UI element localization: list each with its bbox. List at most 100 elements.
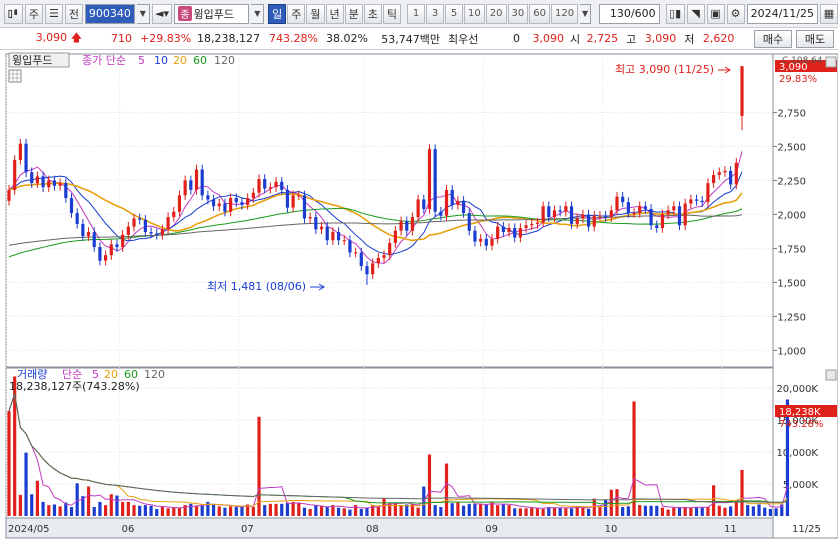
candle-body bbox=[92, 232, 96, 248]
candle-body bbox=[274, 181, 278, 188]
save-icon[interactable]: ▣ bbox=[706, 3, 725, 24]
volume-bar bbox=[649, 505, 653, 516]
candle-body bbox=[18, 143, 22, 160]
volume-bar bbox=[626, 506, 630, 516]
candle-body bbox=[683, 203, 687, 226]
stock-chart[interactable]: 1,000 1,250 1,500 1,750 2,000 2,250 2,500 2,750… bbox=[0, 50, 838, 542]
stock-code-input[interactable]: 900340 bbox=[84, 3, 135, 24]
candle-body bbox=[450, 189, 454, 205]
candle-body bbox=[677, 206, 682, 226]
interval-button-5[interactable]: 5 bbox=[445, 3, 464, 24]
candle-body bbox=[121, 234, 125, 248]
candle-body bbox=[598, 215, 602, 217]
volume-bar bbox=[348, 509, 352, 516]
candle-body bbox=[507, 228, 511, 233]
volume-bar bbox=[86, 486, 91, 516]
buy-button[interactable]: 매수 bbox=[754, 30, 792, 48]
volume-bar bbox=[342, 508, 346, 516]
candle-body bbox=[138, 218, 142, 220]
date-field[interactable]: 2024/11/25 bbox=[746, 3, 818, 24]
interval-button-60[interactable]: 60 bbox=[529, 3, 550, 24]
search-icon[interactable]: ☰ bbox=[44, 3, 63, 24]
period-tab-4[interactable]: 분 bbox=[344, 3, 363, 24]
indicator-label: 종가 단순 bbox=[82, 54, 126, 67]
period-tab-6[interactable]: 틱 bbox=[382, 3, 402, 24]
period-tab-2[interactable]: 월 bbox=[306, 3, 325, 24]
candle-body bbox=[103, 255, 108, 261]
volume-bar bbox=[700, 507, 704, 516]
ma5-label: 5 bbox=[138, 54, 145, 67]
candle-body bbox=[240, 202, 244, 205]
vol-pct-text: 743.28% bbox=[779, 419, 824, 430]
interval-button-1[interactable]: 1 bbox=[407, 3, 426, 24]
interval-button-30[interactable]: 30 bbox=[507, 3, 529, 24]
interval-button-10[interactable]: 10 bbox=[464, 3, 485, 24]
candle-body bbox=[143, 219, 147, 233]
gear-icon[interactable]: ⚙ bbox=[726, 3, 745, 24]
prev-button[interactable]: 전 bbox=[64, 3, 83, 24]
period-tab-3[interactable]: 년 bbox=[325, 3, 344, 24]
calendar-icon[interactable]: ▦ bbox=[819, 3, 838, 24]
fullscreen-icon[interactable]: ◥ bbox=[686, 3, 705, 24]
interval-button-20[interactable]: 20 bbox=[485, 3, 507, 24]
volume-bar bbox=[552, 507, 557, 516]
candle-body bbox=[160, 229, 165, 235]
volume-bar bbox=[92, 507, 96, 516]
volume-scroll-up-icon[interactable] bbox=[825, 369, 837, 381]
period-tab-1[interactable]: 주 bbox=[287, 3, 306, 24]
menu-button[interactable]: 주 bbox=[24, 3, 43, 24]
volume-bar bbox=[655, 505, 659, 516]
period-tab-0[interactable]: 일 bbox=[268, 3, 287, 24]
candle-body bbox=[399, 221, 403, 231]
open-price: 2,725 bbox=[586, 32, 619, 45]
candle-body bbox=[638, 206, 642, 214]
volume-bar bbox=[132, 505, 136, 516]
candle-body bbox=[223, 203, 227, 212]
sell-button[interactable]: 매도 bbox=[796, 30, 834, 48]
volume-bar bbox=[229, 506, 233, 516]
candle-body bbox=[13, 160, 17, 190]
candle-body bbox=[291, 195, 295, 208]
volume-bar bbox=[166, 508, 170, 516]
candle-body bbox=[189, 180, 193, 190]
volume-bar bbox=[257, 416, 261, 516]
candles-icon[interactable]: ▯▮ bbox=[665, 3, 685, 24]
candle-body bbox=[586, 214, 591, 227]
volume-bar bbox=[58, 506, 62, 516]
candle-body bbox=[649, 208, 653, 226]
candle-body bbox=[257, 179, 261, 193]
vol-ma120-label: 120 bbox=[144, 368, 165, 381]
interval-button-3[interactable]: 3 bbox=[426, 3, 445, 24]
volume-bar bbox=[280, 503, 284, 516]
volume-bar bbox=[541, 508, 545, 516]
candle-body bbox=[75, 213, 79, 224]
interval-dropdown-icon[interactable]: ▼ bbox=[580, 3, 592, 24]
volume-bar bbox=[569, 508, 574, 516]
candle-body bbox=[439, 211, 443, 216]
candle-body bbox=[564, 206, 568, 212]
price-scroll-up-icon[interactable] bbox=[825, 56, 837, 68]
interval-button-120[interactable]: 120 bbox=[550, 3, 579, 24]
change-value: 710 bbox=[111, 32, 132, 45]
candle-body bbox=[172, 211, 176, 218]
volume-value: 18,238,127 bbox=[197, 32, 260, 45]
bar-count-field[interactable]: 130/600 bbox=[599, 3, 660, 24]
candle-body bbox=[479, 238, 483, 242]
candle-body bbox=[359, 252, 363, 267]
volume-bar bbox=[672, 507, 676, 516]
volume-bar bbox=[30, 494, 34, 516]
period-tab-5[interactable]: 초 bbox=[363, 3, 382, 24]
volume-bar bbox=[285, 502, 290, 516]
candle-body bbox=[575, 218, 579, 224]
speaker-icon[interactable]: ◄▾ bbox=[151, 3, 173, 24]
code-dropdown-icon[interactable]: ▼ bbox=[136, 3, 150, 24]
stock-name-field[interactable]: 종 윙입푸드 bbox=[174, 3, 250, 24]
candle-body bbox=[263, 179, 267, 189]
chart-type-icon[interactable] bbox=[4, 3, 23, 24]
name-dropdown-icon[interactable]: ▼ bbox=[251, 3, 265, 24]
volume-bar bbox=[473, 503, 477, 516]
candle-body bbox=[547, 206, 551, 218]
candle-body bbox=[126, 226, 130, 235]
volume-bar bbox=[638, 505, 642, 516]
volume-bar bbox=[359, 508, 363, 516]
